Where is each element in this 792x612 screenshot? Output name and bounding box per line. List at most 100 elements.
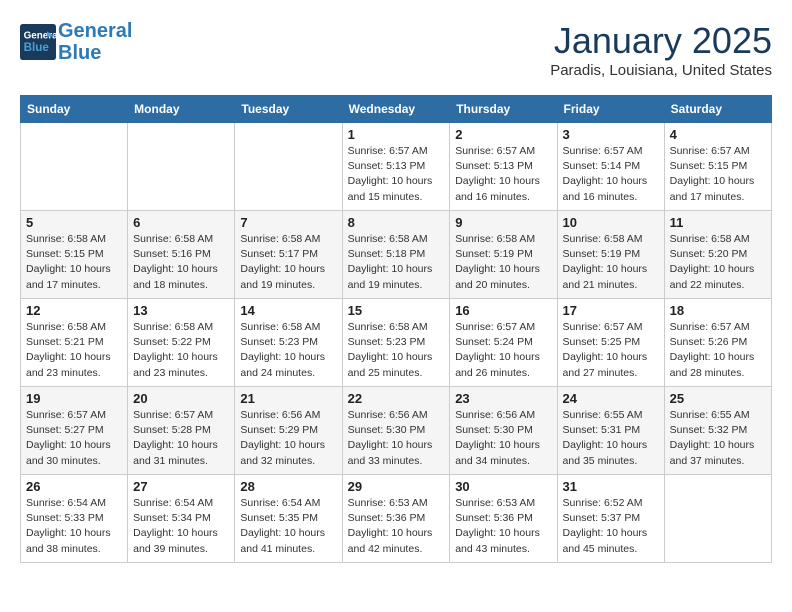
day-number: 14: [240, 303, 336, 318]
calendar-cell: [21, 123, 128, 211]
day-detail: Sunrise: 6:57 AM Sunset: 5:15 PM Dayligh…: [670, 144, 766, 205]
day-detail: Sunrise: 6:58 AM Sunset: 5:17 PM Dayligh…: [240, 232, 336, 293]
day-number: 21: [240, 391, 336, 406]
page-header: General Blue General Blue January 2025 P…: [20, 20, 772, 79]
calendar-cell: 27 Sunrise: 6:54 AM Sunset: 5:34 PM Dayli…: [128, 475, 235, 563]
calendar-cell: 28 Sunrise: 6:54 AM Sunset: 5:35 PM Dayli…: [235, 475, 342, 563]
day-detail: Sunrise: 6:58 AM Sunset: 5:15 PM Dayligh…: [26, 232, 122, 293]
svg-text:Blue: Blue: [24, 41, 50, 54]
day-number: 26: [26, 479, 122, 494]
day-number: 30: [455, 479, 551, 494]
day-number: 11: [670, 215, 766, 230]
calendar-cell: 4Sunrise: 6:57 AM Sunset: 5:15 PM Daylig…: [664, 123, 771, 211]
calendar-cell: 8 Sunrise: 6:58 AM Sunset: 5:18 PM Daylig…: [342, 211, 450, 299]
day-detail: Sunrise: 6:55 AM Sunset: 5:31 PM Dayligh…: [563, 408, 659, 469]
day-number: 3: [563, 127, 659, 142]
day-number: 18: [670, 303, 766, 318]
day-number: 10: [563, 215, 659, 230]
calendar-cell: [664, 475, 771, 563]
day-number: 7: [240, 215, 336, 230]
day-detail: Sunrise: 6:57 AM Sunset: 5:13 PM Dayligh…: [455, 144, 551, 205]
day-number: 2: [455, 127, 551, 142]
calendar-cell: 2 Sunrise: 6:57 AM Sunset: 5:13 PM Daylig…: [450, 123, 557, 211]
col-header-tuesday: Tuesday: [235, 96, 342, 123]
day-detail: Sunrise: 6:57 AM Sunset: 5:26 PM Dayligh…: [670, 320, 766, 381]
week-row-2: 5 Sunrise: 6:58 AM Sunset: 5:15 PM Daylig…: [21, 211, 772, 299]
calendar-cell: 15 Sunrise: 6:58 AM Sunset: 5:23 PM Dayli…: [342, 299, 450, 387]
day-detail: Sunrise: 6:58 AM Sunset: 5:19 PM Dayligh…: [455, 232, 551, 293]
day-detail: Sunrise: 6:57 AM Sunset: 5:24 PM Dayligh…: [455, 320, 551, 381]
day-detail: Sunrise: 6:57 AM Sunset: 5:25 PM Dayligh…: [563, 320, 659, 381]
calendar-cell: 12 Sunrise: 6:58 AM Sunset: 5:21 PM Dayli…: [21, 299, 128, 387]
calendar-cell: [235, 123, 342, 211]
calendar-cell: 7 Sunrise: 6:58 AM Sunset: 5:17 PM Daylig…: [235, 211, 342, 299]
day-number: 28: [240, 479, 336, 494]
day-number: 16: [455, 303, 551, 318]
calendar-cell: 10 Sunrise: 6:58 AM Sunset: 5:19 PM Dayli…: [557, 211, 664, 299]
day-number: 20: [133, 391, 229, 406]
calendar-cell: 22Sunrise: 6:56 AM Sunset: 5:30 PM Dayli…: [342, 387, 450, 475]
day-detail: Sunrise: 6:55 AM Sunset: 5:32 PM Dayligh…: [670, 408, 766, 469]
location-subtitle: Paradis, Louisiana, United States: [550, 62, 772, 79]
week-row-1: 1Sunrise: 6:57 AM Sunset: 5:13 PM Daylig…: [21, 123, 772, 211]
calendar-header-row: SundayMondayTuesdayWednesdayThursdayFrid…: [21, 96, 772, 123]
day-number: 8: [348, 215, 445, 230]
day-detail: Sunrise: 6:54 AM Sunset: 5:34 PM Dayligh…: [133, 496, 229, 557]
day-detail: Sunrise: 6:58 AM Sunset: 5:18 PM Dayligh…: [348, 232, 445, 293]
col-header-friday: Friday: [557, 96, 664, 123]
day-detail: Sunrise: 6:58 AM Sunset: 5:21 PM Dayligh…: [26, 320, 122, 381]
day-detail: Sunrise: 6:54 AM Sunset: 5:35 PM Dayligh…: [240, 496, 336, 557]
day-number: 27: [133, 479, 229, 494]
calendar-cell: 3 Sunrise: 6:57 AM Sunset: 5:14 PM Daylig…: [557, 123, 664, 211]
week-row-3: 12 Sunrise: 6:58 AM Sunset: 5:21 PM Dayli…: [21, 299, 772, 387]
day-detail: Sunrise: 6:58 AM Sunset: 5:16 PM Dayligh…: [133, 232, 229, 293]
calendar-cell: 29 Sunrise: 6:53 AM Sunset: 5:36 PM Dayli…: [342, 475, 450, 563]
day-detail: Sunrise: 6:57 AM Sunset: 5:13 PM Dayligh…: [348, 144, 445, 205]
calendar-cell: 19 Sunrise: 6:57 AM Sunset: 5:27 PM Dayli…: [21, 387, 128, 475]
day-number: 25: [670, 391, 766, 406]
day-number: 15: [348, 303, 445, 318]
day-detail: Sunrise: 6:58 AM Sunset: 5:23 PM Dayligh…: [240, 320, 336, 381]
calendar-cell: 13 Sunrise: 6:58 AM Sunset: 5:22 PM Dayli…: [128, 299, 235, 387]
day-detail: Sunrise: 6:57 AM Sunset: 5:14 PM Dayligh…: [563, 144, 659, 205]
day-number: 5: [26, 215, 122, 230]
day-detail: Sunrise: 6:56 AM Sunset: 5:30 PM Dayligh…: [455, 408, 551, 469]
day-detail: Sunrise: 6:57 AM Sunset: 5:27 PM Dayligh…: [26, 408, 122, 469]
logo-text: General Blue: [58, 20, 132, 64]
calendar-cell: 23 Sunrise: 6:56 AM Sunset: 5:30 PM Dayli…: [450, 387, 557, 475]
day-number: 29: [348, 479, 445, 494]
day-detail: Sunrise: 6:54 AM Sunset: 5:33 PM Dayligh…: [26, 496, 122, 557]
calendar-table: SundayMondayTuesdayWednesdayThursdayFrid…: [20, 95, 772, 563]
calendar-cell: 1Sunrise: 6:57 AM Sunset: 5:13 PM Daylig…: [342, 123, 450, 211]
day-number: 13: [133, 303, 229, 318]
day-detail: Sunrise: 6:58 AM Sunset: 5:19 PM Dayligh…: [563, 232, 659, 293]
logo-line2: Blue: [58, 42, 101, 64]
day-number: 9: [455, 215, 551, 230]
calendar-cell: 30 Sunrise: 6:53 AM Sunset: 5:36 PM Dayli…: [450, 475, 557, 563]
calendar-cell: 16 Sunrise: 6:57 AM Sunset: 5:24 PM Dayli…: [450, 299, 557, 387]
calendar-cell: 14 Sunrise: 6:58 AM Sunset: 5:23 PM Dayli…: [235, 299, 342, 387]
calendar-cell: 21Sunrise: 6:56 AM Sunset: 5:29 PM Dayli…: [235, 387, 342, 475]
day-number: 6: [133, 215, 229, 230]
day-number: 22: [348, 391, 445, 406]
calendar-cell: 18 Sunrise: 6:57 AM Sunset: 5:26 PM Dayli…: [664, 299, 771, 387]
day-detail: Sunrise: 6:53 AM Sunset: 5:36 PM Dayligh…: [455, 496, 551, 557]
day-detail: Sunrise: 6:58 AM Sunset: 5:20 PM Dayligh…: [670, 232, 766, 293]
title-block: January 2025 Paradis, Louisiana, United …: [550, 20, 772, 79]
week-row-4: 19 Sunrise: 6:57 AM Sunset: 5:27 PM Dayli…: [21, 387, 772, 475]
col-header-wednesday: Wednesday: [342, 96, 450, 123]
day-number: 31: [563, 479, 659, 494]
day-number: 23: [455, 391, 551, 406]
day-detail: Sunrise: 6:58 AM Sunset: 5:22 PM Dayligh…: [133, 320, 229, 381]
calendar-cell: 6 Sunrise: 6:58 AM Sunset: 5:16 PM Daylig…: [128, 211, 235, 299]
day-detail: Sunrise: 6:53 AM Sunset: 5:36 PM Dayligh…: [348, 496, 445, 557]
day-detail: Sunrise: 6:58 AM Sunset: 5:23 PM Dayligh…: [348, 320, 445, 381]
calendar-cell: 25 Sunrise: 6:55 AM Sunset: 5:32 PM Dayli…: [664, 387, 771, 475]
day-detail: Sunrise: 6:57 AM Sunset: 5:28 PM Dayligh…: [133, 408, 229, 469]
day-number: 19: [26, 391, 122, 406]
calendar-cell: 11 Sunrise: 6:58 AM Sunset: 5:20 PM Dayli…: [664, 211, 771, 299]
calendar-cell: 26 Sunrise: 6:54 AM Sunset: 5:33 PM Dayli…: [21, 475, 128, 563]
day-number: 12: [26, 303, 122, 318]
calendar-cell: 31Sunrise: 6:52 AM Sunset: 5:37 PM Dayli…: [557, 475, 664, 563]
logo-line1: General: [58, 20, 132, 42]
